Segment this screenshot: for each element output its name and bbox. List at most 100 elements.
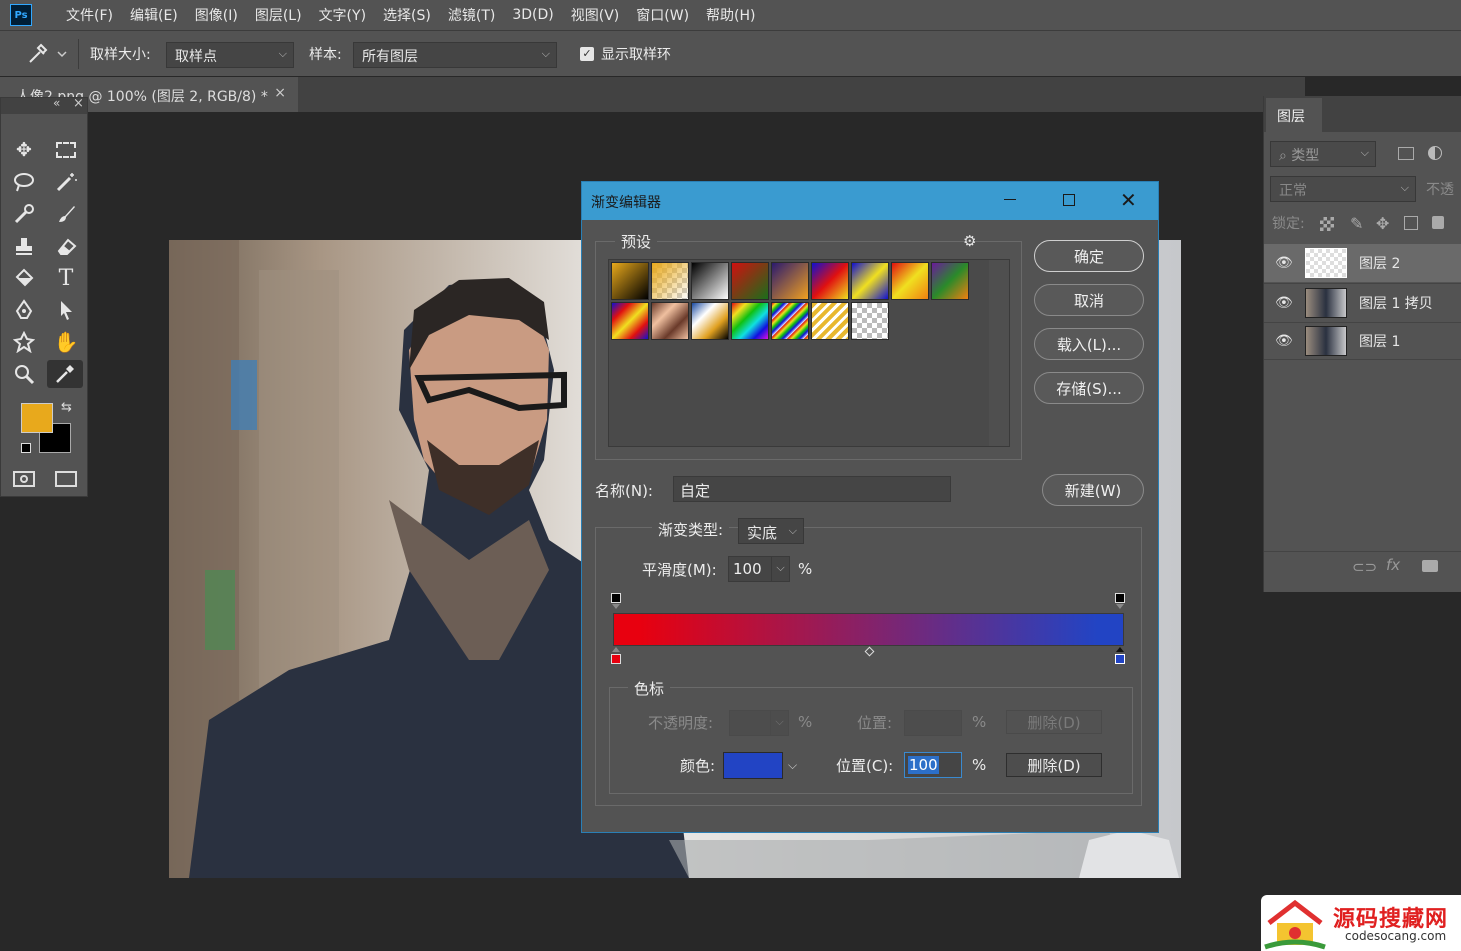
menu-type[interactable]: 文字(Y) [319, 5, 366, 25]
magic-wand-tool-icon[interactable] [51, 168, 81, 196]
color-delete-button[interactable]: 删除(D) [1006, 753, 1102, 777]
custom-shape-tool-icon[interactable] [9, 328, 39, 356]
gradient-type-select[interactable]: 实底 ⌵ [738, 518, 804, 544]
color-stop-right[interactable] [1115, 654, 1125, 664]
preset-swatch[interactable] [771, 262, 809, 300]
menu-image[interactable]: 图像(I) [195, 5, 238, 25]
zoom-tool-icon[interactable] [9, 360, 39, 388]
color-swatch[interactable] [723, 752, 783, 779]
ok-button[interactable]: 确定 [1034, 240, 1144, 272]
preset-swatch[interactable] [731, 262, 769, 300]
filter-adjustment-icon[interactable] [1428, 146, 1442, 160]
smoothness-input[interactable]: 100 ⌵ [728, 556, 790, 582]
chevron-down-icon[interactable]: ⌵ [771, 557, 789, 581]
visibility-eye-icon[interactable]: 👁 [1275, 255, 1293, 271]
screen-mode-icon[interactable] [55, 471, 77, 487]
menu-filter[interactable]: 滤镜(T) [448, 5, 495, 25]
menu-window[interactable]: 窗口(W) [636, 5, 689, 25]
lock-image-icon[interactable]: ✎ [1350, 214, 1363, 233]
preset-swatch[interactable] [811, 262, 849, 300]
lock-all-icon[interactable] [1432, 216, 1444, 229]
menu-select[interactable]: 选择(S) [383, 5, 431, 25]
opacity-stop-right[interactable] [1115, 593, 1125, 603]
collapse-toolbox-icon[interactable]: « [53, 96, 60, 110]
layer-row-1-copy[interactable]: 👁 图层 1 拷贝 [1264, 283, 1461, 321]
close-icon[interactable]: ✕ [1120, 188, 1137, 212]
lasso-tool-icon[interactable] [9, 168, 39, 196]
layer-filter-select[interactable]: ⌕ 类型 ⌵ [1270, 141, 1376, 167]
filter-pixel-icon[interactable] [1398, 147, 1414, 160]
preset-swatch[interactable] [851, 302, 889, 340]
preset-swatch[interactable] [651, 262, 689, 300]
preset-swatch[interactable] [731, 302, 769, 340]
preset-swatch[interactable] [691, 262, 729, 300]
pen-tool-icon[interactable] [9, 296, 39, 324]
marquee-tool-icon[interactable] [51, 136, 81, 164]
paint-bucket-tool-icon[interactable] [9, 264, 39, 292]
lock-transparent-icon[interactable] [1320, 217, 1334, 231]
add-mask-icon[interactable] [1422, 560, 1438, 572]
cancel-button[interactable]: 取消 [1034, 284, 1144, 316]
preset-swatch[interactable] [611, 262, 649, 300]
opacity-position-input [904, 710, 962, 736]
preset-swatch[interactable] [931, 262, 969, 300]
menu-3d[interactable]: 3D(D) [512, 7, 553, 23]
default-colors-icon[interactable] [21, 443, 31, 453]
preset-swatch[interactable] [771, 302, 809, 340]
minimize-icon[interactable] [1004, 199, 1016, 200]
hand-tool-icon[interactable]: ✋ [51, 328, 81, 356]
eraser-tool-icon[interactable] [51, 232, 81, 260]
move-tool-icon[interactable]: ✥ [9, 136, 39, 164]
visibility-eye-icon[interactable]: 👁 [1275, 333, 1293, 349]
sample-size-select[interactable]: 取样点 ⌵ [166, 42, 294, 68]
layer-row-2[interactable]: 👁 图层 2 [1264, 244, 1461, 282]
type-tool-icon[interactable]: T [51, 264, 81, 292]
path-selection-tool-icon[interactable] [51, 296, 81, 324]
link-layers-icon[interactable]: ⊂⊃ [1352, 558, 1377, 576]
presets-gear-icon[interactable]: ⚙ [963, 232, 976, 250]
lock-artboard-icon[interactable] [1404, 216, 1418, 230]
chevron-down-icon[interactable]: ⌵ [788, 758, 797, 773]
menu-view[interactable]: 视图(V) [571, 5, 620, 25]
foreground-color-swatch[interactable] [21, 403, 53, 433]
color-stop-left[interactable] [611, 654, 621, 664]
quick-mask-icon[interactable] [13, 471, 35, 487]
menu-layer[interactable]: 图层(L) [255, 5, 302, 25]
close-tab-icon[interactable]: × [274, 85, 286, 101]
stamp-tool-icon[interactable] [9, 232, 39, 260]
menu-help[interactable]: 帮助(H) [706, 5, 755, 25]
fx-icon[interactable]: fx [1386, 556, 1400, 574]
tab-layers[interactable]: 图层 [1266, 98, 1322, 132]
visibility-eye-icon[interactable]: 👁 [1275, 295, 1293, 311]
preset-swatch[interactable] [611, 302, 649, 340]
maximize-icon[interactable] [1063, 194, 1075, 206]
layer-row-1[interactable]: 👁 图层 1 [1264, 322, 1461, 360]
menu-file[interactable]: 文件(F) [66, 5, 113, 25]
opacity-percent: % [798, 713, 813, 731]
blend-mode-select[interactable]: 正常 ⌵ [1270, 176, 1416, 202]
show-ring-checkbox[interactable]: ✓ [580, 47, 594, 61]
new-button[interactable]: 新建(W) [1042, 474, 1144, 506]
sample-select[interactable]: 所有图层 ⌵ [353, 42, 557, 68]
color-position-input[interactable]: 100 [904, 752, 962, 778]
preset-swatch[interactable] [891, 262, 929, 300]
preset-swatch[interactable] [851, 262, 889, 300]
close-toolbox-icon[interactable]: × [73, 96, 84, 111]
preset-swatch[interactable] [651, 302, 689, 340]
lock-position-icon[interactable]: ✥ [1376, 214, 1389, 233]
gradient-preview-bar[interactable] [613, 613, 1124, 646]
opacity-stop-left[interactable] [611, 593, 621, 603]
save-button[interactable]: 存储(S)... [1034, 372, 1144, 404]
layer-name: 图层 1 拷贝 [1359, 295, 1433, 312]
menu-edit[interactable]: 编辑(E) [130, 5, 178, 25]
preset-swatch[interactable] [811, 302, 849, 340]
eyedropper-preset-icon[interactable] [24, 40, 68, 68]
eyedropper-tool-icon[interactable] [47, 360, 83, 388]
preset-swatch[interactable] [691, 302, 729, 340]
quick-selection-tool-icon[interactable] [9, 200, 39, 228]
brush-tool-icon[interactable] [51, 200, 81, 228]
swap-colors-icon[interactable]: ⇆ [61, 400, 72, 415]
load-button[interactable]: 载入(L)... [1034, 328, 1144, 360]
name-input[interactable]: 自定 [673, 476, 951, 502]
chevron-down-icon: ⌵ [1400, 181, 1409, 194]
